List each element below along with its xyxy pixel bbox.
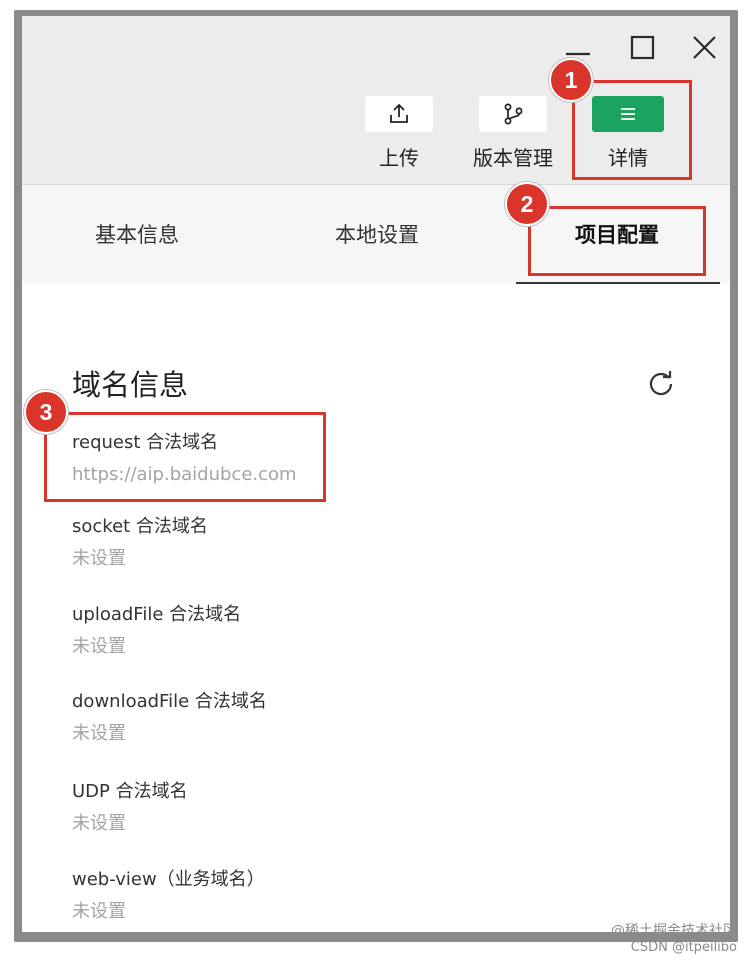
uploadfile-domain-field: uploadFile 合法域名 未设置: [72, 602, 241, 660]
maximize-button[interactable]: [624, 30, 660, 66]
udp-domain-field: UDP 合法域名 未设置: [72, 779, 188, 837]
field-value: 未设置: [72, 636, 126, 657]
version-label: 版本管理: [473, 146, 553, 170]
branch-icon: [504, 103, 523, 125]
upload-icon: [390, 103, 408, 123]
field-label: downloadFile 合法域名: [72, 691, 267, 712]
annotation-box-1: [572, 80, 692, 180]
active-tab-indicator: [516, 282, 720, 284]
tab-local-settings[interactable]: 本地设置: [302, 185, 452, 283]
tab-basic-info[interactable]: 基本信息: [62, 185, 212, 283]
refresh-icon: [649, 371, 673, 396]
annotation-badge-2: 2: [505, 182, 549, 226]
field-label: web-view（业务域名）: [72, 869, 265, 890]
version-icon-box: [479, 96, 547, 132]
socket-domain-field: socket 合法域名 未设置: [72, 514, 208, 572]
annotation-box-3: [44, 412, 326, 502]
upload-button[interactable]: 上传: [354, 96, 444, 184]
annotation-badge-1: 1: [549, 58, 593, 102]
version-management-button[interactable]: 版本管理: [468, 96, 558, 184]
close-button[interactable]: [686, 30, 722, 66]
watermark-line2: CSDN @itpeilibo: [630, 940, 737, 955]
field-label: socket 合法域名: [72, 516, 208, 537]
field-value: 未设置: [72, 901, 126, 922]
downloadfile-domain-field: downloadFile 合法域名 未设置: [72, 689, 267, 747]
upload-icon-box: [365, 96, 433, 132]
field-value: 未设置: [72, 548, 126, 569]
maximize-icon: [630, 35, 655, 60]
field-value: 未设置: [72, 813, 126, 834]
annotation-box-2: [528, 206, 706, 276]
refresh-button[interactable]: [646, 369, 676, 399]
field-label: uploadFile 合法域名: [72, 604, 242, 625]
upload-label: 上传: [379, 146, 419, 170]
field-label: UDP 合法域名: [72, 781, 188, 802]
close-icon: [693, 36, 716, 59]
field-value: 未设置: [72, 723, 126, 744]
webview-domain-field: web-view（业务域名） 未设置: [72, 867, 265, 925]
watermark-line1: @稀土掘金技术社区: [611, 923, 737, 939]
annotation-badge-3: 3: [24, 390, 68, 434]
section-title: 域名信息: [72, 368, 189, 402]
